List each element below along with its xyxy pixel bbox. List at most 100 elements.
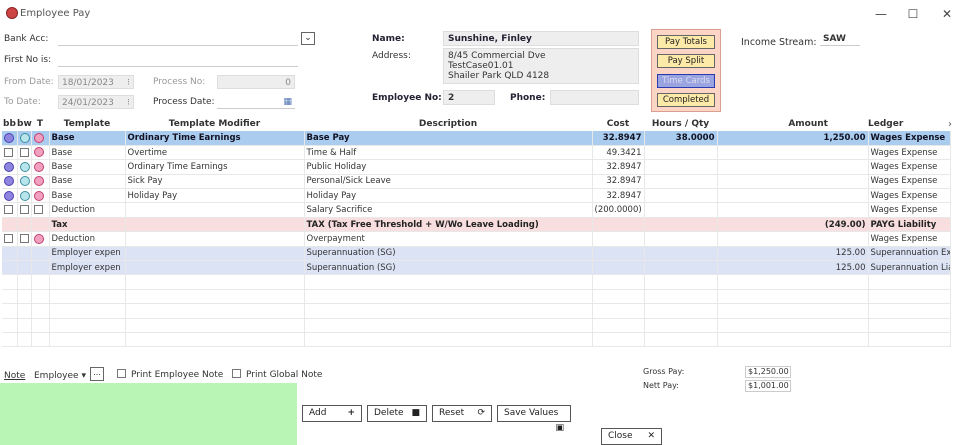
close-window-button[interactable]: ✕ <box>932 4 962 24</box>
bb-circle-icon[interactable] <box>4 161 14 172</box>
note-type-select[interactable]: Employee ▾ <box>34 371 86 381</box>
scroll-right-icon[interactable]: › <box>948 119 952 130</box>
calendar-icon[interactable]: ▦ <box>283 95 292 109</box>
note-label: Note <box>4 371 26 381</box>
print-employee-note-checkbox[interactable] <box>117 369 128 379</box>
close-x-icon: ✕ <box>647 431 655 441</box>
table-row[interactable]: Base Ordinary Time Earnings Base Pay 32.… <box>2 131 951 146</box>
bb-circle-icon[interactable] <box>4 132 14 143</box>
t-circle-icon[interactable] <box>33 190 44 201</box>
table-row[interactable]: Base Ordinary Time Earnings Public Holid… <box>2 159 951 175</box>
table-row[interactable]: Tax TAX (Tax Free Threshold + W/Wo Leave… <box>2 217 951 233</box>
col-t[interactable]: T <box>31 117 49 131</box>
table-row[interactable]: Base Overtime Time & Half 49.3421 Wages … <box>2 145 951 161</box>
table-row-empty[interactable] <box>2 318 951 333</box>
bw-circle-icon[interactable] <box>19 161 30 172</box>
t-circle-icon[interactable] <box>33 132 44 143</box>
time-cards-button[interactable]: Time Cards <box>657 74 715 88</box>
table-row-empty[interactable] <box>2 289 951 305</box>
bank-acc-select[interactable] <box>58 32 298 46</box>
t-circle-icon[interactable] <box>33 176 44 187</box>
minimize-button[interactable]: — <box>866 4 896 24</box>
reset-button[interactable]: Reset ⟳ <box>432 405 492 422</box>
print-global-note-checkbox[interactable] <box>232 369 243 379</box>
col-bw[interactable]: bw <box>17 117 32 131</box>
process-date-input[interactable]: ▦ <box>217 95 295 109</box>
nett-pay-value: $1,001.00 <box>745 380 791 392</box>
save-disk-icon: ▣ <box>555 423 564 433</box>
t-circle-icon[interactable] <box>33 147 44 158</box>
pay-lines-grid: bb bw T Template Template Modifier Descr… <box>2 117 962 365</box>
table-row[interactable]: Base Holiday Pay Holiday Pay 32.8947 Wag… <box>2 188 951 204</box>
table-row[interactable]: Deduction Salary Sacrifice (200.0000) Wa… <box>2 202 951 218</box>
refresh-icon: ⟳ <box>477 408 485 418</box>
completed-button[interactable]: Completed <box>657 93 715 107</box>
trash-icon: ■ <box>411 408 420 418</box>
address-label: Address: <box>372 51 411 61</box>
bb-checkbox[interactable] <box>4 233 13 243</box>
from-date-input[interactable]: 18/01/2023 ⁝ <box>58 75 134 89</box>
first-no-input[interactable] <box>58 53 298 67</box>
col-ledger[interactable]: Ledger <box>868 117 950 131</box>
print-global-note-label: Print Global Note <box>246 370 323 380</box>
name-label: Name: <box>372 34 405 44</box>
gross-pay-value: $1,250.00 <box>745 366 791 378</box>
table-row[interactable]: Employer expen Superannuation (SG) 125.0… <box>2 260 951 276</box>
plus-icon: + <box>347 408 355 418</box>
window-title: Employee Pay <box>20 8 91 19</box>
bank-acc-dropdown[interactable]: ⌄ <box>301 32 315 45</box>
to-date-input[interactable]: 24/01/2023 ⁝ <box>58 95 134 109</box>
process-no-label: Process No: <box>153 77 206 87</box>
pay-totals-button[interactable]: Pay Totals <box>657 35 715 49</box>
col-description[interactable]: Description <box>304 117 592 131</box>
col-bb[interactable]: bb <box>2 117 17 131</box>
employee-no-label: Employee No: <box>372 93 442 103</box>
pay-lines-table: bb bw T Template Template Modifier Descr… <box>2 117 951 348</box>
table-row-empty[interactable] <box>2 332 951 348</box>
note-ellipsis-button[interactable]: ... <box>90 367 104 381</box>
t-circle-icon[interactable] <box>33 233 44 244</box>
bb-checkbox[interactable] <box>4 205 13 215</box>
add-button[interactable]: Add + <box>302 405 362 422</box>
bw-circle-icon[interactable] <box>19 132 30 143</box>
delete-button[interactable]: Delete ■ <box>367 405 427 422</box>
bb-checkbox[interactable] <box>4 147 13 157</box>
bw-circle-icon[interactable] <box>19 190 30 201</box>
col-template[interactable]: Template <box>49 117 125 131</box>
nett-pay-label: Nett Pay: <box>643 381 679 390</box>
bw-checkbox[interactable] <box>19 233 29 243</box>
save-values-button[interactable]: Save Values ▣ <box>497 405 571 433</box>
maximize-button[interactable]: ☐ <box>898 4 928 24</box>
col-hours-qty[interactable]: Hours / Qty <box>644 117 717 131</box>
employee-no: 2 <box>443 90 495 105</box>
table-row[interactable]: Employer expen Superannuation (SG) 125.0… <box>2 246 951 262</box>
bb-circle-icon[interactable] <box>4 176 14 187</box>
spin-icon: ⁝ <box>127 98 130 108</box>
bw-circle-icon[interactable] <box>19 176 30 187</box>
pay-split-button[interactable]: Pay Split <box>657 54 715 68</box>
bb-circle-icon[interactable] <box>4 190 14 201</box>
spin-icon: ⁝ <box>127 78 130 88</box>
note-textarea[interactable] <box>0 383 297 445</box>
table-row[interactable]: Deduction Overpayment Wages Expense <box>2 231 951 247</box>
table-row[interactable]: Base Sick Pay Personal/Sick Leave 32.894… <box>2 174 951 190</box>
t-circle-icon[interactable] <box>33 161 44 172</box>
phone-label: Phone: <box>510 93 546 103</box>
chevron-down-icon: ⌄ <box>304 33 312 43</box>
bw-checkbox[interactable] <box>19 147 29 157</box>
income-stream-label: Income Stream: <box>741 37 817 48</box>
close-button[interactable]: Close ✕ <box>601 428 662 445</box>
title-bar: Employee Pay — ☐ ✕ <box>0 0 962 28</box>
col-cost[interactable]: Cost <box>592 117 644 131</box>
employee-address: 8/45 Commercial Dve TestCase01.01 Shaile… <box>443 48 639 84</box>
process-no-input[interactable]: 0 <box>217 75 295 89</box>
table-row-empty[interactable] <box>2 303 951 319</box>
col-amount[interactable]: Amount <box>717 117 868 131</box>
gross-pay-label: Gross Pay: <box>643 367 685 376</box>
bw-checkbox[interactable] <box>19 205 29 215</box>
t-checkbox[interactable] <box>33 205 43 215</box>
income-stream-value[interactable]: SAW <box>820 34 860 46</box>
col-template-modifier[interactable]: Template Modifier <box>125 117 304 131</box>
phone <box>550 90 639 105</box>
table-row-empty[interactable] <box>2 274 951 290</box>
